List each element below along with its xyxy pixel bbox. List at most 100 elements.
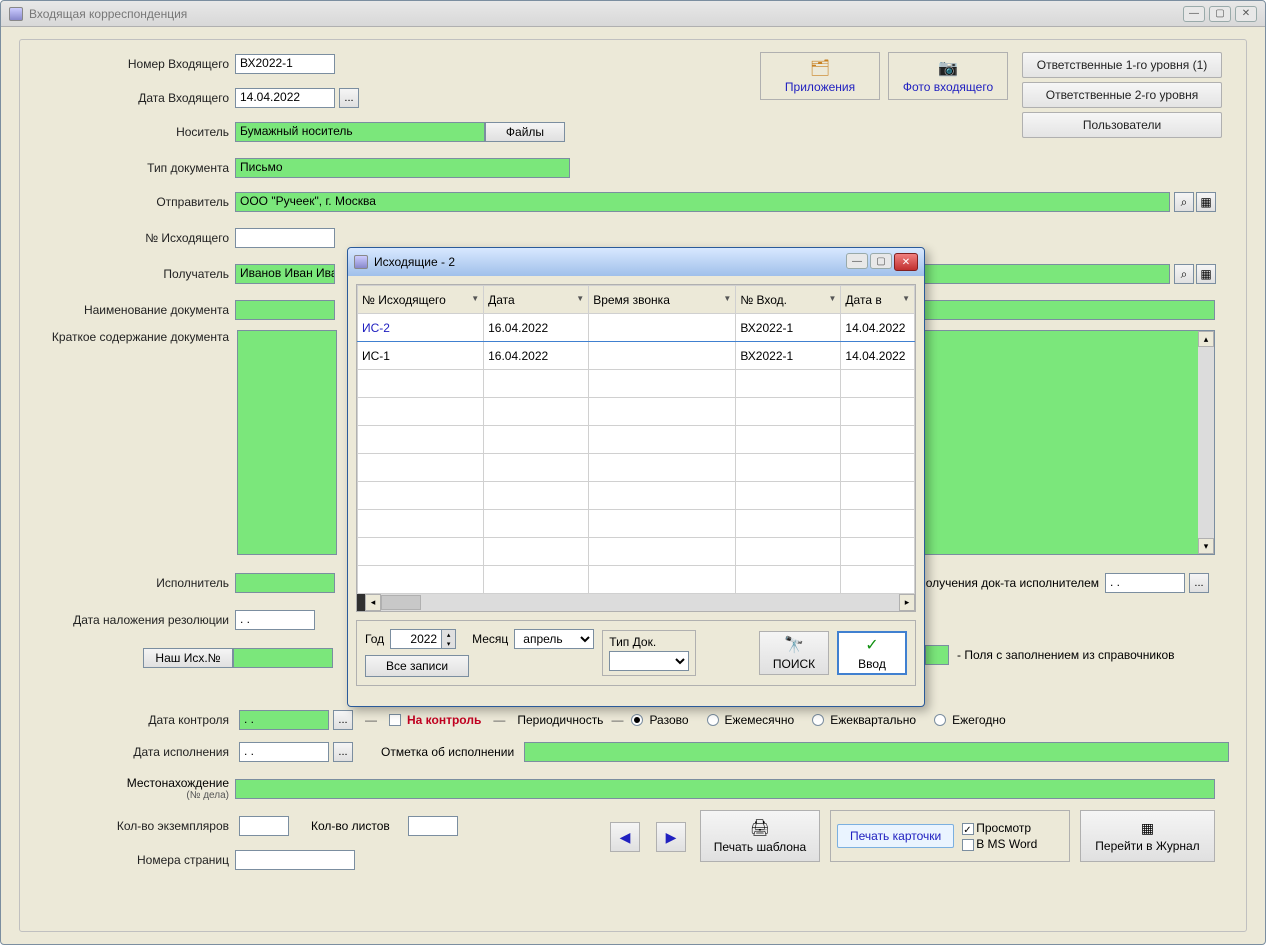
label-copies: Кол-во экземпляров <box>20 816 235 836</box>
label-exec-date: Дата исполнения <box>20 742 235 762</box>
grid-icon: ▦ <box>1141 820 1154 837</box>
col-out-number[interactable]: № Исходящего▼ <box>358 286 484 314</box>
copies-input[interactable] <box>239 816 289 836</box>
label-summary: Краткое содержание документа <box>20 330 235 344</box>
control-date-field[interactable]: . . <box>239 710 329 730</box>
label-medium: Носитель <box>20 122 235 142</box>
date-in-input[interactable]: 14.04.2022 <box>235 88 335 108</box>
spin-down-icon[interactable]: ▾ <box>441 639 455 648</box>
users-button[interactable]: Пользователи <box>1022 112 1222 138</box>
grid-icon: ▦ <box>1200 195 1211 209</box>
outgoing-table[interactable]: № Исходящего▼ Дата▼ Время звонка▼ № Вход… <box>357 285 915 594</box>
col-date[interactable]: Дата▼ <box>484 286 589 314</box>
resolution-date-input[interactable]: . . <box>235 610 315 630</box>
preview-checkbox[interactable] <box>962 823 974 835</box>
period-once-radio[interactable] <box>631 714 643 726</box>
prev-button[interactable]: ◀ <box>610 822 640 852</box>
table-row[interactable]: ИС-1 16.04.2022 ВХ2022-1 14.04.2022 <box>358 342 915 370</box>
label-sender: Отправитель <box>20 192 235 212</box>
exec-date-picker-button[interactable]: ... <box>333 742 353 762</box>
spin-up-icon[interactable]: ▴ <box>441 630 455 639</box>
period-month-radio[interactable] <box>707 714 719 726</box>
docname-field-ext[interactable] <box>910 300 1215 320</box>
scroll-up-icon[interactable]: ▴ <box>1198 331 1214 347</box>
col-call-time[interactable]: Время звонка▼ <box>589 286 736 314</box>
sender-lookup-button[interactable]: ⌕ <box>1174 192 1194 212</box>
maximize-button[interactable]: ▢ <box>1209 6 1231 22</box>
doctype-filter-select[interactable] <box>609 651 689 671</box>
exec-date-input[interactable]: . . <box>239 742 329 762</box>
recv-date-input[interactable]: . . <box>1105 573 1185 593</box>
files-button[interactable]: Файлы <box>485 122 565 142</box>
period-quarter-radio[interactable] <box>812 714 824 726</box>
minimize-button[interactable]: — <box>1183 6 1205 22</box>
next-button[interactable]: ▶ <box>656 822 686 852</box>
col-date-in[interactable]: Дата в▼ <box>841 286 915 314</box>
table-hscroll[interactable]: ◂ ▸ <box>357 594 915 611</box>
docname-field[interactable] <box>235 300 335 320</box>
table-row[interactable] <box>358 482 915 510</box>
table-row[interactable] <box>358 398 915 426</box>
attachments-button[interactable]: 🗂 Приложения <box>760 52 880 100</box>
table-row[interactable]: ИС-2 16.04.2022 ВХ2022-1 14.04.2022 <box>358 314 915 342</box>
close-button[interactable]: ✕ <box>1235 6 1257 22</box>
recipient-lookup-button[interactable]: ⌕ <box>1174 264 1194 284</box>
legend-text: - Поля с заполнением из справочников <box>957 648 1175 662</box>
responsible1-button[interactable]: Ответственные 1-го уровня (1) <box>1022 52 1222 78</box>
col-in-number[interactable]: № Вход.▼ <box>736 286 841 314</box>
executor-field[interactable] <box>235 573 335 593</box>
summary-right[interactable]: ▴ ▾ <box>910 330 1215 555</box>
modal-maximize-button[interactable]: ▢ <box>870 253 892 269</box>
table-row[interactable] <box>358 426 915 454</box>
hscroll-left-button[interactable]: ◂ <box>365 594 381 611</box>
responsible2-button[interactable]: Ответственные 2-го уровня <box>1022 82 1222 108</box>
label-doctype: Тип документа <box>20 158 235 178</box>
our-out-button[interactable]: Наш Исх.№ <box>143 648 233 668</box>
recipient-grid-button[interactable]: ▦ <box>1196 264 1216 284</box>
summary-left[interactable] <box>237 330 337 555</box>
modal-minimize-button[interactable]: — <box>846 253 868 269</box>
exec-mark-field[interactable] <box>524 742 1229 762</box>
photo-button[interactable]: 📷 Фото входящего <box>888 52 1008 100</box>
month-select[interactable]: апрель <box>514 629 594 649</box>
pages-input[interactable] <box>235 850 355 870</box>
number-out-input[interactable] <box>235 228 335 248</box>
sender-field[interactable]: ООО "Ручеек", г. Москва <box>235 192 1170 212</box>
scroll-down-icon[interactable]: ▾ <box>1198 538 1214 554</box>
recv-date-picker-button[interactable]: ... <box>1189 573 1209 593</box>
enter-button[interactable]: ✓ Ввод <box>837 631 907 675</box>
recipient-field-ext[interactable] <box>910 264 1170 284</box>
table-row[interactable] <box>358 538 915 566</box>
date-in-picker-button[interactable]: ... <box>339 88 359 108</box>
table-row[interactable] <box>358 510 915 538</box>
to-journal-button[interactable]: ▦ Перейти в Журнал <box>1080 810 1215 862</box>
print-template-button[interactable]: 🖨 Печать шаблона <box>700 810 820 862</box>
table-row[interactable] <box>358 370 915 398</box>
control-date-picker-button[interactable]: ... <box>333 710 353 730</box>
our-out-field[interactable] <box>233 648 333 668</box>
word-checkbox[interactable] <box>962 839 974 851</box>
table-row[interactable] <box>358 566 915 594</box>
location-field[interactable] <box>235 779 1215 799</box>
on-control-checkbox[interactable] <box>389 714 401 726</box>
modal-close-button[interactable]: ✕ <box>894 253 918 271</box>
doctype-field[interactable]: Письмо <box>235 158 570 178</box>
period-year-radio[interactable] <box>934 714 946 726</box>
medium-field[interactable]: Бумажный носитель <box>235 122 485 142</box>
label-number-in: Номер Входящего <box>20 54 235 74</box>
all-records-button[interactable]: Все записи <box>365 655 469 677</box>
year-input[interactable] <box>391 630 441 648</box>
recipient-field[interactable]: Иванов Иван Ива <box>235 264 335 284</box>
sheets-input[interactable] <box>408 816 458 836</box>
table-row[interactable] <box>358 454 915 482</box>
year-spinner[interactable]: ▴▾ <box>390 629 456 649</box>
summary-scrollbar[interactable]: ▴ ▾ <box>1198 331 1214 554</box>
sender-grid-button[interactable]: ▦ <box>1196 192 1216 212</box>
doctype-filter-label: Тип Док. <box>609 635 689 649</box>
number-in-input[interactable]: ВХ2022-1 <box>235 54 335 74</box>
search-button[interactable]: 🔭 ПОИСК <box>759 631 829 675</box>
hscroll-right-button[interactable]: ▸ <box>899 594 915 611</box>
hscroll-thumb[interactable] <box>381 595 421 610</box>
print-card-button[interactable]: Печать карточки <box>837 824 954 848</box>
lookup-icon: ⌕ <box>1181 195 1188 210</box>
